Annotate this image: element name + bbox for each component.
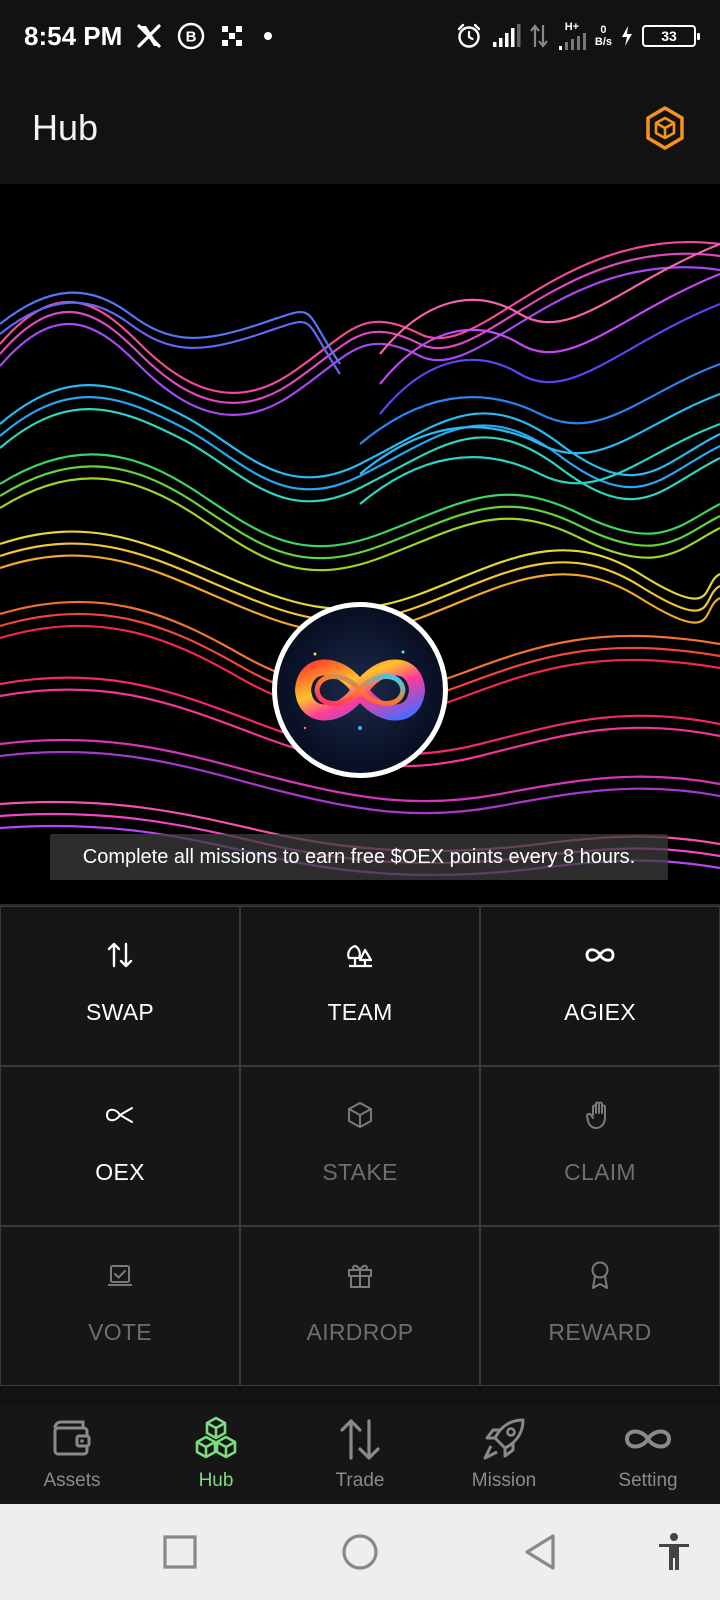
- page-title: Hub: [32, 107, 99, 148]
- menu-label-oex: OEX: [95, 1159, 145, 1185]
- menu-item-airdrop[interactable]: AIRDROP: [240, 1226, 480, 1386]
- menu-label-airdrop: AIRDROP: [306, 1319, 414, 1345]
- app-grid-icon: [222, 26, 243, 46]
- recent-apps-button[interactable]: [156, 1528, 204, 1576]
- rocket-icon: [481, 1414, 527, 1464]
- data-transfer-icon: [530, 24, 548, 48]
- banner-caption: Complete all missions to earn free $OEX …: [50, 834, 668, 880]
- menu-item-claim[interactable]: CLAIM: [480, 1066, 720, 1226]
- menu-label-agiex: AGIEX: [564, 999, 636, 1025]
- team-trees-icon: [345, 937, 375, 973]
- award-icon: [585, 1257, 615, 1293]
- battery-level: 33: [661, 28, 677, 44]
- dot-icon: [264, 32, 273, 40]
- ballot-icon: [105, 1257, 135, 1293]
- system-status-icons: H+ 0 B/s 33: [455, 20, 700, 51]
- trade-arrows-icon: [337, 1414, 383, 1464]
- oex-loop-icon: [104, 1097, 136, 1133]
- menu-label-swap: SWAP: [85, 999, 155, 1025]
- menu-item-swap[interactable]: SWAP: [0, 906, 240, 1066]
- menu-item-oex[interactable]: OEX: [0, 1066, 240, 1226]
- accessibility-person-icon: [659, 1533, 689, 1570]
- hero-banner: Complete all missions to earn free $OEX …: [0, 184, 720, 904]
- hexagon-cube-icon: [646, 106, 684, 150]
- menu-item-reward[interactable]: REWARD: [480, 1226, 720, 1386]
- back-button[interactable]: [516, 1528, 564, 1576]
- nav-label-setting: Setting: [618, 1470, 678, 1491]
- nav-label-hub: Hub: [198, 1470, 234, 1491]
- app-header: Hub: [0, 72, 720, 184]
- nav-item-assets[interactable]: Assets: [0, 1404, 144, 1504]
- infinity-logo-badge: [272, 602, 448, 778]
- circle-icon: [342, 1534, 378, 1570]
- infinity-icon: [623, 1414, 673, 1464]
- nav-label-trade: Trade: [335, 1470, 385, 1491]
- home-button[interactable]: [336, 1528, 384, 1576]
- system-navigation-bar: [0, 1504, 720, 1600]
- nav-item-hub[interactable]: Hub: [144, 1404, 288, 1504]
- menu-label-stake: STAKE: [322, 1159, 398, 1185]
- alarm-icon: [457, 23, 481, 48]
- wallet-icon: [49, 1414, 95, 1464]
- charging-bolt-icon: [622, 26, 632, 46]
- signal-icon: [492, 24, 521, 47]
- nav-item-trade[interactable]: Trade: [288, 1404, 432, 1504]
- signal-2-icon: [558, 32, 586, 50]
- nav-item-mission[interactable]: Mission: [432, 1404, 576, 1504]
- notification-icons: B: [136, 21, 278, 51]
- menu-label-vote: VOTE: [88, 1319, 152, 1345]
- svg-text:B: B: [186, 29, 197, 46]
- menu-label-team: TEAM: [327, 999, 393, 1025]
- infinity-logo-icon: [295, 650, 425, 730]
- menu-item-stake[interactable]: STAKE: [240, 1066, 480, 1226]
- net-speed: 0 B/s: [595, 24, 612, 48]
- hand-icon: [585, 1097, 615, 1133]
- rainbow-waves-artwork: [0, 241, 720, 877]
- nav-label-mission: Mission: [471, 1470, 537, 1491]
- menu-item-team[interactable]: TEAM: [240, 906, 480, 1066]
- infinity-icon: [584, 937, 616, 973]
- square-icon: [163, 1535, 197, 1569]
- menu-item-vote[interactable]: VOTE: [0, 1226, 240, 1386]
- hub-menu-grid: SWAP TEAM AGIEX OEX STAKE CLAIM VOTE AIR…: [0, 904, 720, 1394]
- back-triangle-icon: [525, 1534, 555, 1570]
- menu-label-reward: REWARD: [548, 1319, 652, 1345]
- nav-label-assets: Assets: [43, 1470, 101, 1491]
- accessibility-button[interactable]: [650, 1528, 698, 1576]
- net-speed-unit: B/s: [594, 36, 612, 48]
- menu-label-claim: CLAIM: [564, 1159, 636, 1185]
- status-bar: 8:54 PM B H+ 0 B/s 33: [0, 0, 720, 72]
- x-logo-icon: [137, 24, 161, 48]
- swap-arrows-icon: [105, 937, 135, 973]
- b-circle-icon: B: [178, 22, 205, 50]
- network-type: H+: [557, 20, 587, 51]
- gift-icon: [345, 1257, 375, 1293]
- net-speed-value: 0: [600, 24, 607, 36]
- battery-indicator: 33: [642, 25, 700, 47]
- cubes-icon: [192, 1414, 240, 1464]
- bottom-navigation: Assets Hub Trade Mission Setting: [0, 1404, 720, 1504]
- menu-item-agiex[interactable]: AGIEX: [480, 906, 720, 1066]
- status-time: 8:54 PM: [24, 20, 123, 51]
- network-type-label: H+: [564, 20, 580, 33]
- nav-item-setting[interactable]: Setting: [576, 1404, 720, 1504]
- cube-icon: [345, 1097, 375, 1133]
- header-cube-button[interactable]: [642, 105, 688, 151]
